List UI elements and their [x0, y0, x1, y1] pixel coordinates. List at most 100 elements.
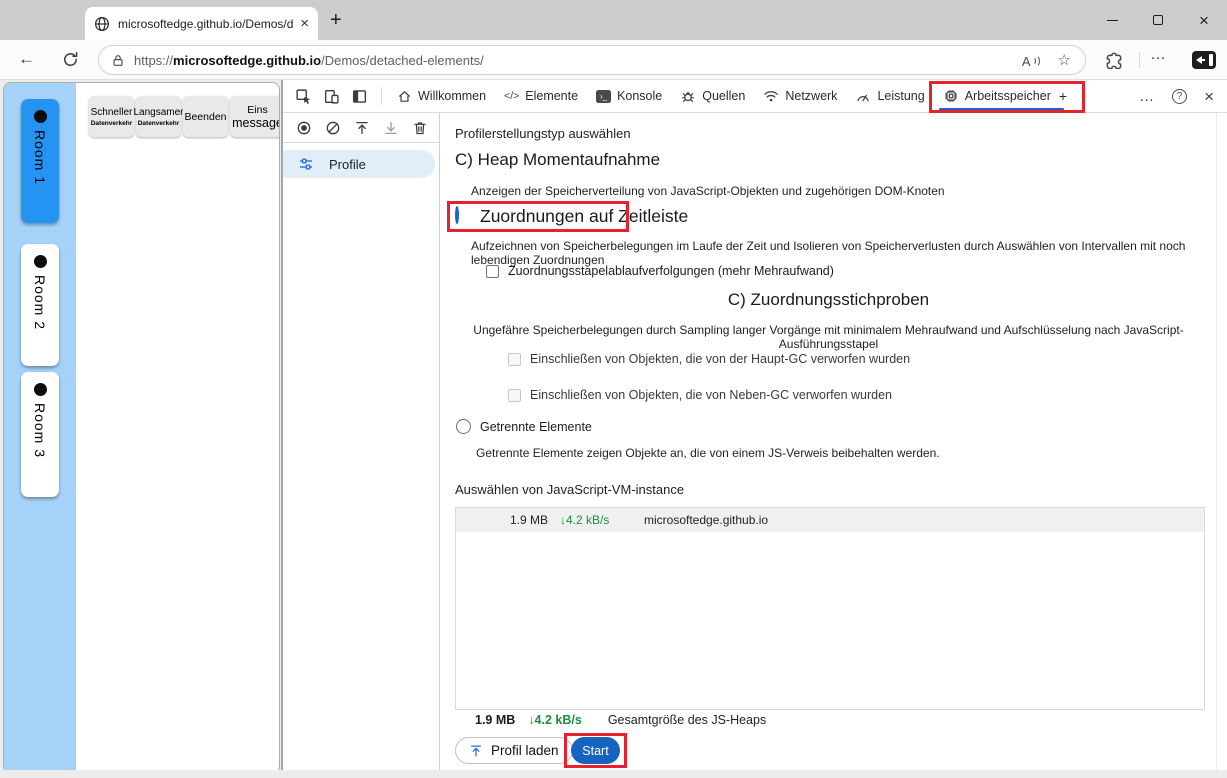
close-window-button[interactable]: ×	[1181, 0, 1227, 40]
inspect-element-icon[interactable]	[295, 88, 312, 105]
sampling-desc: Ungefähre Speicherbelegungen durch Sampl…	[441, 323, 1216, 351]
minor-gc-checkbox[interactable]	[508, 389, 521, 402]
url-path: /Demos/detached-elements/	[321, 53, 484, 68]
total-label: Gesamtgröße des JS-Heaps	[608, 713, 766, 727]
url-host: microsoftedge.github.io	[173, 53, 321, 68]
memory-chip-icon	[943, 88, 959, 104]
tab-willkommen[interactable]: Willkommen	[388, 80, 495, 113]
major-gc-checkbox[interactable]	[508, 353, 521, 366]
room-tab-1[interactable]: Room 1	[21, 99, 59, 223]
tab-netzwerk[interactable]: Netzwerk	[754, 80, 846, 113]
memory-toolbar	[283, 113, 439, 143]
timeline-radio[interactable]	[455, 206, 459, 224]
memory-panel: Profile Profilerstellungstyp auswählen C…	[283, 113, 1227, 770]
load-profile-label: Profil laden	[491, 743, 559, 758]
vm-select-label: Auswählen von JavaScript-VM-instance	[455, 482, 684, 497]
devtools-more-icon[interactable]: …	[1139, 88, 1155, 105]
tab-elemente[interactable]: </> Elemente	[495, 80, 587, 113]
tabbar-divider	[381, 87, 382, 105]
minimize-button[interactable]	[1089, 0, 1135, 40]
heap-snapshot-title[interactable]: C) Heap Momentaufnahme	[455, 150, 660, 170]
faster-traffic-button[interactable]: Schneller Datenverkehr	[89, 96, 134, 137]
vm-rate: ↓4.2 kB/s	[560, 513, 628, 527]
room-tab-2[interactable]: Room 2	[21, 244, 59, 366]
tab-quellen[interactable]: Quellen	[671, 80, 754, 113]
tab-close-icon[interactable]: ×	[300, 16, 309, 31]
vm-size: 1.9 MB	[456, 513, 548, 527]
save-profile-icon[interactable]	[383, 120, 399, 136]
help-icon[interactable]: ?	[1172, 89, 1187, 104]
room-label: Room 2	[32, 275, 48, 330]
tab-leistung[interactable]: Leistung	[846, 80, 933, 113]
scrollbar-track[interactable]	[1216, 113, 1227, 770]
add-tools-button[interactable]: +	[1059, 88, 1067, 104]
browser-tab[interactable]: microsoftedge.github.io/Demos/d ×	[85, 7, 318, 40]
network-wifi-icon	[763, 89, 779, 103]
dock-side-icon[interactable]	[351, 88, 368, 105]
url-scheme: https://	[134, 53, 173, 68]
window-bottom-edge	[0, 770, 1227, 778]
console-icon: ›_	[596, 90, 611, 103]
sidebar-toggle-icon[interactable]	[1192, 51, 1216, 69]
load-profile-button[interactable]: Profil laden	[455, 737, 573, 764]
maximize-icon	[1153, 15, 1163, 25]
maximize-button[interactable]	[1135, 0, 1181, 40]
sidebar-item-profile[interactable]: Profile	[283, 150, 435, 178]
room-dot	[34, 255, 47, 268]
devtools-close-icon[interactable]: ×	[1204, 88, 1214, 105]
detached-elements-radio[interactable]	[456, 419, 471, 434]
extensions-icon[interactable]	[1105, 51, 1123, 69]
browser-navbar: ← https://microsoftedge.github.io/Demos/…	[0, 40, 1227, 80]
window-titlebar: microsoftedge.github.io/Demos/d × + ×	[0, 0, 1227, 40]
one-message-button[interactable]: Eins message	[230, 96, 280, 137]
timeline-title[interactable]: Zuordnungen auf Zeitleiste	[480, 206, 688, 227]
minor-gc-label: Einschließen von Objekten, die von Neben…	[530, 388, 892, 402]
webpage-viewport: Room 1 Room 2 Room 3 Schneller Datenverk…	[3, 82, 280, 774]
slower-traffic-button[interactable]: Langsamer Datenverkehr	[136, 96, 181, 137]
memory-sidebar: Profile	[283, 113, 440, 770]
device-emulation-icon[interactable]	[323, 88, 340, 105]
detached-elements-title[interactable]: Getrennte Elemente	[480, 420, 592, 434]
devtools-right-controls: … ? ×	[1139, 88, 1214, 105]
url-bar[interactable]: https://microsoftedge.github.io/Demos/de…	[98, 45, 1086, 75]
navbar-divider	[1139, 52, 1140, 68]
read-aloud-icon[interactable]: A	[1022, 52, 1040, 68]
detached-elements-desc: Getrennte Elemente zeigen Objekte an, di…	[476, 446, 940, 460]
load-profile-icon[interactable]	[354, 120, 370, 136]
heap-total-row: 1.9 MB ↓4.2 kB/s Gesamtgröße des JS-Heap…	[475, 713, 766, 727]
tab-arbeitsspeicher[interactable]: Arbeitsspeicher +	[934, 80, 1076, 113]
home-icon	[397, 89, 412, 104]
lock-icon	[111, 53, 125, 68]
stack-traces-checkbox[interactable]	[486, 265, 499, 278]
total-size: 1.9 MB	[475, 713, 515, 727]
tab-konsole[interactable]: ›_ Konsole	[587, 80, 671, 113]
refresh-button[interactable]	[62, 51, 79, 68]
settings-more-icon[interactable]: …	[1150, 46, 1167, 64]
devtools-panel: Willkommen </> Elemente ›_ Konsole Quell…	[283, 80, 1227, 770]
back-button[interactable]: ←	[18, 49, 35, 69]
room-tab-3[interactable]: Room 3	[21, 372, 59, 497]
record-icon[interactable]	[296, 120, 312, 136]
tab-title: microsoftedge.github.io/Demos/d	[118, 17, 296, 31]
profile-label: Profile	[329, 157, 366, 172]
timeline-desc: Aufzeichnen von Speicherbelegungen im La…	[471, 239, 1227, 267]
active-tab-underline	[939, 108, 1064, 111]
heap-snapshot-desc: Anzeigen der Speicherverteilung von Java…	[471, 184, 945, 198]
room-label: Room 3	[32, 403, 48, 458]
vm-instance-row[interactable]: 1.9 MB ↓4.2 kB/s microsoftedge.github.io	[456, 508, 1204, 532]
room-label: Room 1	[32, 130, 48, 185]
sampling-title[interactable]: C) Zuordnungsstichproben	[441, 290, 1216, 310]
clear-icon[interactable]	[325, 120, 341, 136]
room-dot	[34, 110, 47, 123]
bug-icon	[680, 88, 696, 104]
start-button[interactable]: Start	[571, 737, 620, 764]
stop-button[interactable]: Beenden	[183, 96, 228, 137]
devtools-tabbar: Willkommen </> Elemente ›_ Konsole Quell…	[283, 80, 1227, 113]
url-text: https://microsoftedge.github.io/Demos/de…	[134, 53, 484, 68]
performance-gauge-icon	[855, 89, 871, 104]
favorite-star-icon[interactable]: ☆	[1058, 51, 1071, 69]
minimize-icon	[1107, 20, 1118, 21]
page-button-row: Schneller Datenverkehr Langsamer Datenve…	[89, 96, 280, 137]
new-tab-button[interactable]: +	[330, 9, 342, 32]
delete-icon[interactable]	[412, 120, 428, 136]
